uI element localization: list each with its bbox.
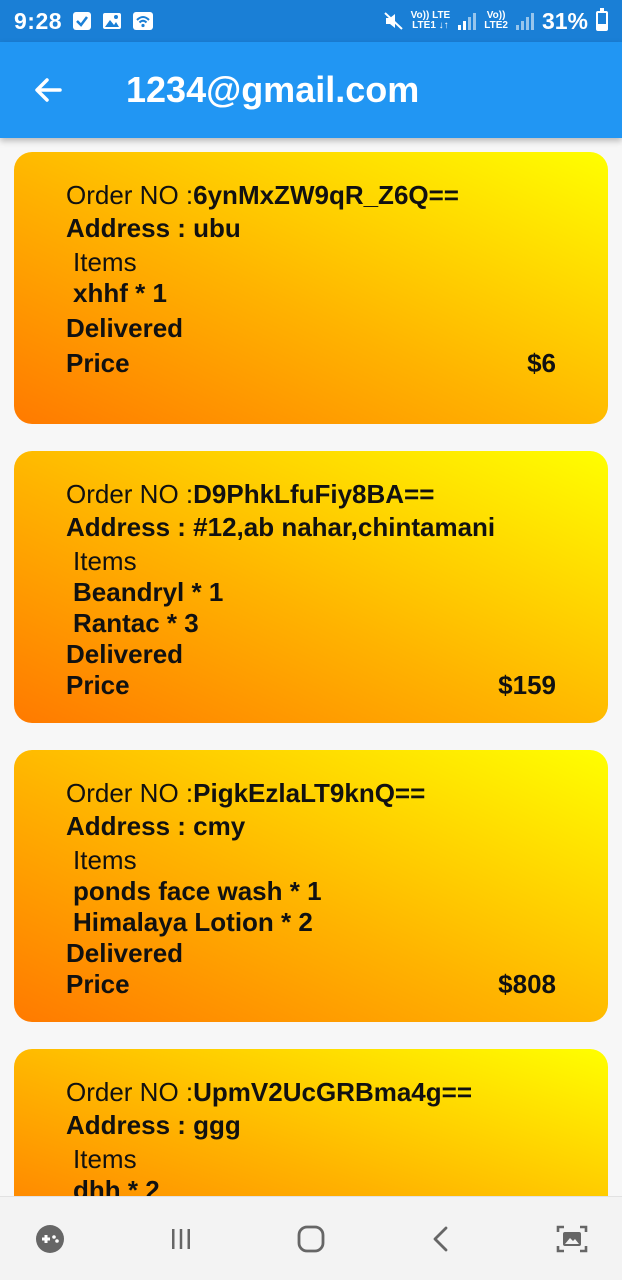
order-number-row: Order NO :6ynMxZW9qR_Z6Q==	[66, 180, 556, 211]
items-label: Items	[73, 1144, 137, 1174]
order-item: Rantac * 3	[73, 608, 199, 638]
order-card[interactable]: Order NO :D9PhkLfuFiy8BA== Address : #12…	[14, 451, 608, 723]
order-number-label: Order NO :	[66, 180, 194, 210]
price-label: Price	[66, 348, 130, 378]
wifi-icon	[132, 11, 154, 31]
sim2-label-bottom: LTE2	[484, 20, 508, 31]
price-row: Price $808	[66, 969, 556, 1000]
order-card[interactable]: Order NO :PigkEzlaLT9knQ== Address : cmy…	[14, 750, 608, 1022]
order-address: Address : ubu	[66, 213, 241, 243]
screenshot-icon	[556, 1225, 588, 1252]
back-button[interactable]	[0, 42, 96, 138]
system-back-button[interactable]	[412, 1209, 472, 1269]
order-item: xhhf * 1	[73, 278, 167, 308]
items-label: Items	[73, 546, 137, 576]
mute-icon	[383, 11, 403, 31]
checkbox-icon	[72, 11, 92, 31]
sim1-network: Vo)) LTE LTE1 ↓↑	[411, 11, 451, 31]
order-number-label: Order NO :	[66, 479, 194, 509]
orders-list[interactable]: Order NO :6ynMxZW9qR_Z6Q== Address : ubu…	[0, 138, 622, 1196]
signal-icon	[458, 12, 477, 30]
recent-apps-icon	[171, 1228, 190, 1249]
order-number-value: 6ynMxZW9qR_Z6Q==	[193, 180, 459, 210]
order-address: Address : ggg	[66, 1110, 241, 1140]
system-nav-bar	[0, 1196, 622, 1280]
image-icon	[102, 11, 122, 31]
battery-icon	[596, 8, 608, 31]
order-item: ponds face wash * 1	[73, 876, 322, 906]
order-status: Delivered	[66, 938, 184, 968]
screenshot-button[interactable]	[542, 1209, 602, 1269]
price-value: $6	[527, 348, 556, 378]
status-time: 9:28	[14, 7, 63, 34]
sim1-label-bottom: LTE1 ↓↑	[412, 20, 449, 31]
order-number-value: PigkEzlaLT9knQ==	[193, 778, 426, 808]
game-launcher-icon	[36, 1224, 64, 1253]
order-card[interactable]: Order NO :6ynMxZW9qR_Z6Q== Address : ubu…	[14, 152, 608, 424]
signal-icon-2	[515, 12, 534, 30]
order-number-value: UpmV2UcGRBma4g==	[193, 1077, 473, 1107]
items-label: Items	[73, 247, 137, 277]
price-row: Price $6	[66, 348, 556, 379]
battery-percent: 31%	[541, 7, 588, 34]
order-number-row: Order NO :UpmV2UcGRBma4g==	[66, 1077, 556, 1108]
sim2-network: Vo)) LTE2	[484, 11, 508, 31]
arrow-left-icon	[35, 78, 62, 102]
price-label: Price	[66, 670, 130, 700]
recent-apps-button[interactable]	[151, 1209, 211, 1269]
order-address: Address : cmy	[66, 811, 246, 841]
order-number-row: Order NO :PigkEzlaLT9knQ==	[66, 778, 556, 809]
price-value: $808	[498, 969, 556, 999]
home-button[interactable]	[281, 1209, 341, 1269]
order-status: Delivered	[66, 639, 184, 669]
price-value: $159	[498, 670, 556, 700]
order-number-label: Order NO :	[66, 778, 194, 808]
order-address: Address : #12,ab nahar,chintamani	[66, 512, 496, 542]
app-bar: 1234@gmail.com	[0, 42, 622, 138]
order-number-row: Order NO :D9PhkLfuFiy8BA==	[66, 479, 556, 510]
home-icon	[297, 1225, 325, 1252]
items-label: Items	[73, 845, 137, 875]
order-item: Himalaya Lotion * 2	[73, 907, 313, 937]
page-title: 1234@gmail.com	[126, 69, 420, 110]
order-number-label: Order NO :	[66, 1077, 194, 1107]
order-status: Delivered	[66, 313, 184, 343]
price-row: Price $159	[66, 670, 556, 701]
game-launcher-button[interactable]	[20, 1209, 80, 1269]
order-item: dhh * 2	[73, 1175, 160, 1196]
order-item: Beandryl * 1	[73, 577, 224, 607]
order-number-value: D9PhkLfuFiy8BA==	[193, 479, 435, 509]
status-bar: 9:28 Vo)) LTE LTE1 ↓↑ Vo)) LTE2 31%	[0, 0, 622, 42]
order-card[interactable]: Order NO :UpmV2UcGRBma4g== Address : ggg…	[14, 1049, 608, 1196]
price-label: Price	[66, 969, 130, 999]
back-icon	[433, 1226, 447, 1251]
